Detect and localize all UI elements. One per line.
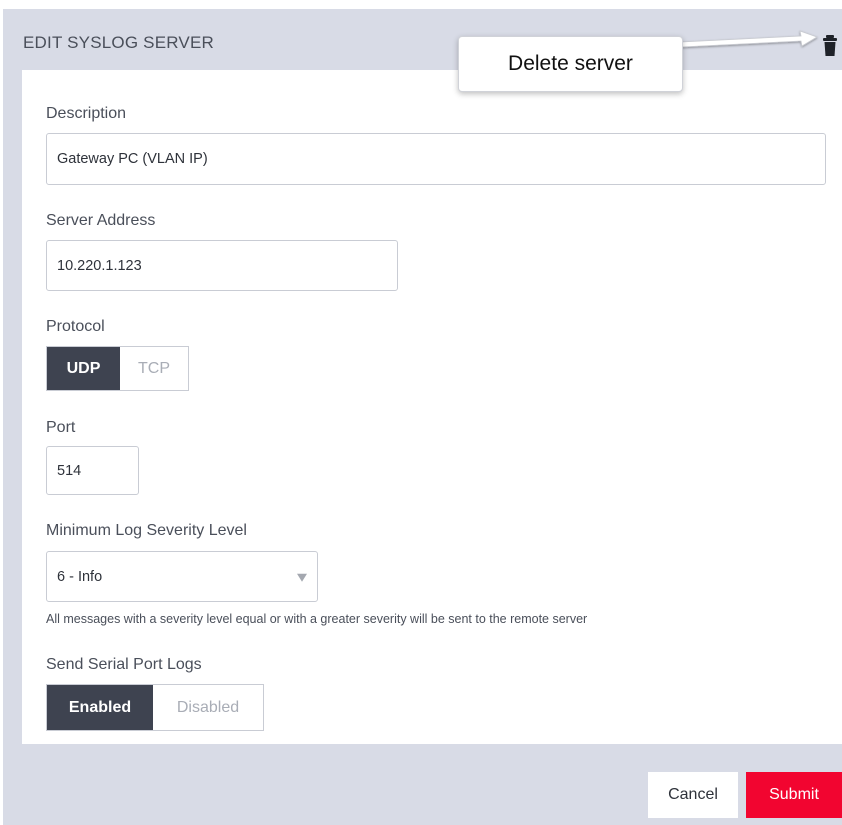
severity-help-text: All messages with a severity level equal… <box>46 612 588 626</box>
edit-syslog-server-dialog: EDIT SYSLOG SERVER Description Gateway P… <box>3 9 842 825</box>
form-panel: Description Gateway PC (VLAN IP) Server … <box>22 70 842 744</box>
severity-select[interactable]: 6 - Info <box>46 551 318 602</box>
serial-logs-disabled-button[interactable]: Disabled <box>153 685 263 730</box>
cancel-button[interactable]: Cancel <box>648 772 738 818</box>
chevron-down-icon <box>297 573 307 582</box>
protocol-toggle: UDP TCP <box>46 346 189 391</box>
protocol-udp-button[interactable]: UDP <box>47 347 120 390</box>
submit-button[interactable]: Submit <box>746 772 842 818</box>
delete-server-callout: Delete server <box>458 36 683 92</box>
serial-logs-label: Send Serial Port Logs <box>46 656 202 673</box>
server-address-label: Server Address <box>46 212 156 229</box>
description-label: Description <box>46 105 127 122</box>
server-address-input[interactable]: 10.220.1.123 <box>46 240 398 291</box>
dialog-title: EDIT SYSLOG SERVER <box>23 33 214 52</box>
protocol-tcp-button[interactable]: TCP <box>120 347 188 390</box>
protocol-label: Protocol <box>46 318 105 335</box>
serial-logs-enabled-button[interactable]: Enabled <box>47 685 153 730</box>
description-input[interactable]: Gateway PC (VLAN IP) <box>46 133 826 185</box>
port-label: Port <box>46 419 76 436</box>
severity-label: Minimum Log Severity Level <box>46 522 247 539</box>
callout-arrow-icon <box>681 30 818 48</box>
port-input[interactable]: 514 <box>46 446 139 495</box>
serial-logs-toggle: Enabled Disabled <box>46 684 264 731</box>
trash-icon[interactable] <box>823 33 837 57</box>
severity-select-value: 6 - Info <box>57 568 103 585</box>
